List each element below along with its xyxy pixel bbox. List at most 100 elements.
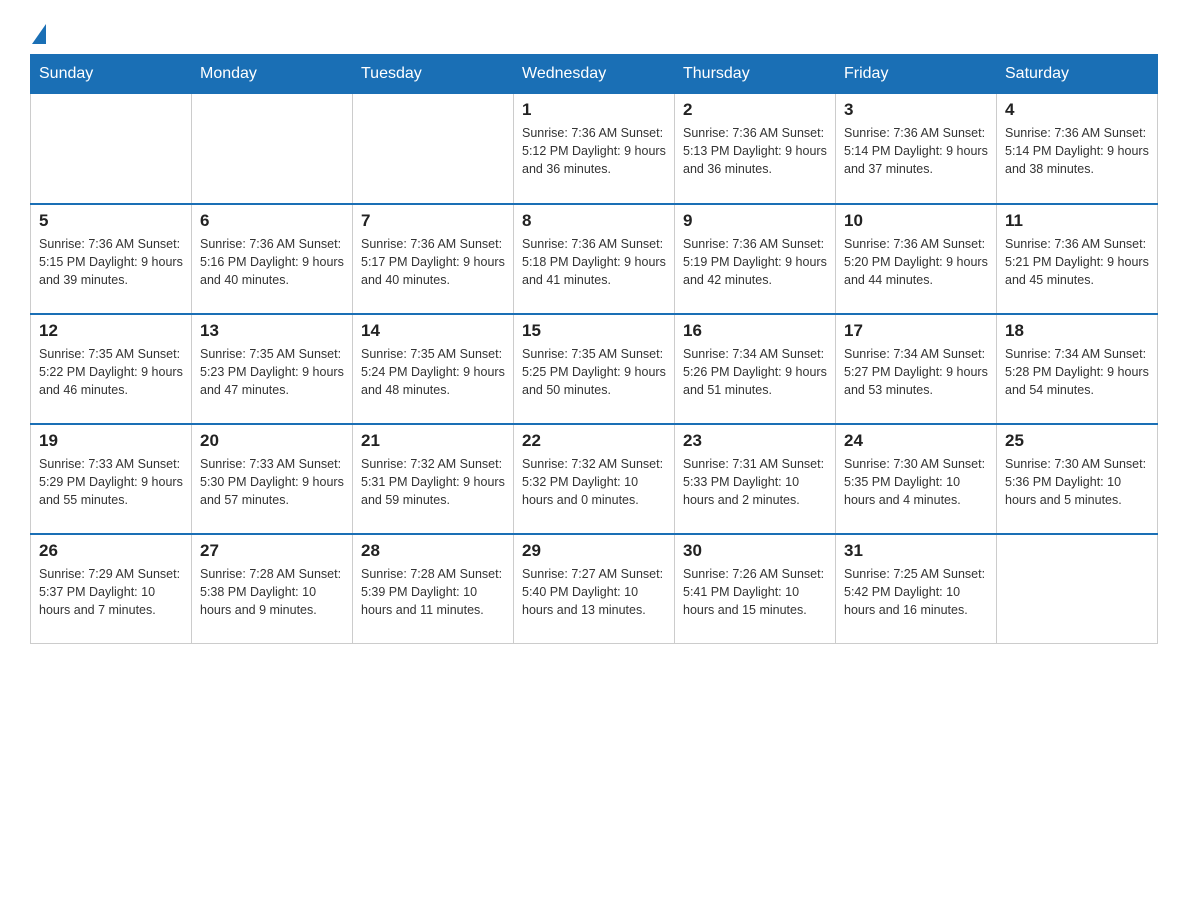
day-info: Sunrise: 7:36 AM Sunset: 5:15 PM Dayligh… bbox=[39, 235, 183, 289]
calendar-cell: 16Sunrise: 7:34 AM Sunset: 5:26 PM Dayli… bbox=[675, 314, 836, 424]
day-info: Sunrise: 7:35 AM Sunset: 5:24 PM Dayligh… bbox=[361, 345, 505, 399]
calendar-cell: 15 Sunrise: 7:35 AM Sunset: 5:25 PM Dayli… bbox=[514, 314, 675, 424]
day-number: 30 bbox=[683, 541, 827, 561]
calendar-cell: 20Sunrise: 7:33 AM Sunset: 5:30 PM Dayli… bbox=[192, 424, 353, 534]
calendar-cell: 27 Sunrise: 7:28 AM Sunset: 5:38 PM Dayli… bbox=[192, 534, 353, 644]
calendar-week-row: 26 Sunrise: 7:29 AM Sunset: 5:37 PM Dayli… bbox=[31, 534, 1158, 644]
day-info: Sunrise: 7:35 AM Sunset: 5:25 PM Dayligh… bbox=[522, 345, 666, 399]
day-info: Sunrise: 7:34 AM Sunset: 5:26 PM Dayligh… bbox=[683, 345, 827, 399]
day-number: 10 bbox=[844, 211, 988, 231]
calendar-cell: 31 Sunrise: 7:25 AM Sunset: 5:42 PM Dayli… bbox=[836, 534, 997, 644]
calendar-cell: 6 Sunrise: 7:36 AM Sunset: 5:16 PM Daylig… bbox=[192, 204, 353, 314]
day-info: Sunrise: 7:32 AM Sunset: 5:31 PM Dayligh… bbox=[361, 455, 505, 509]
day-info: Sunrise: 7:36 AM Sunset: 5:17 PM Dayligh… bbox=[361, 235, 505, 289]
day-number: 26 bbox=[39, 541, 183, 561]
day-number: 23 bbox=[683, 431, 827, 451]
day-number: 18 bbox=[1005, 321, 1149, 341]
calendar-cell: 24 Sunrise: 7:30 AM Sunset: 5:35 PM Dayli… bbox=[836, 424, 997, 534]
day-number: 5 bbox=[39, 211, 183, 231]
logo-triangle-icon bbox=[32, 24, 46, 44]
day-info: Sunrise: 7:26 AM Sunset: 5:41 PM Dayligh… bbox=[683, 565, 827, 619]
calendar-week-row: 5 Sunrise: 7:36 AM Sunset: 5:15 PM Daylig… bbox=[31, 204, 1158, 314]
day-number: 12 bbox=[39, 321, 183, 341]
day-number: 9 bbox=[683, 211, 827, 231]
calendar-cell: 5 Sunrise: 7:36 AM Sunset: 5:15 PM Daylig… bbox=[31, 204, 192, 314]
page-header bbox=[30, 20, 1158, 44]
day-info: Sunrise: 7:34 AM Sunset: 5:28 PM Dayligh… bbox=[1005, 345, 1149, 399]
day-info: Sunrise: 7:34 AM Sunset: 5:27 PM Dayligh… bbox=[844, 345, 988, 399]
day-info: Sunrise: 7:35 AM Sunset: 5:22 PM Dayligh… bbox=[39, 345, 183, 399]
day-of-week-header: Sunday bbox=[31, 55, 192, 94]
day-number: 24 bbox=[844, 431, 988, 451]
calendar-cell: 13 Sunrise: 7:35 AM Sunset: 5:23 PM Dayli… bbox=[192, 314, 353, 424]
day-info: Sunrise: 7:31 AM Sunset: 5:33 PM Dayligh… bbox=[683, 455, 827, 509]
day-info: Sunrise: 7:25 AM Sunset: 5:42 PM Dayligh… bbox=[844, 565, 988, 619]
calendar-cell: 11 Sunrise: 7:36 AM Sunset: 5:21 PM Dayli… bbox=[997, 204, 1158, 314]
calendar-week-row: 1 Sunrise: 7:36 AM Sunset: 5:12 PM Daylig… bbox=[31, 94, 1158, 204]
day-info: Sunrise: 7:36 AM Sunset: 5:16 PM Dayligh… bbox=[200, 235, 344, 289]
day-of-week-header: Thursday bbox=[675, 55, 836, 94]
day-info: Sunrise: 7:36 AM Sunset: 5:14 PM Dayligh… bbox=[844, 124, 988, 178]
calendar-cell: 21 Sunrise: 7:32 AM Sunset: 5:31 PM Dayli… bbox=[353, 424, 514, 534]
calendar-cell bbox=[192, 94, 353, 204]
day-number: 3 bbox=[844, 100, 988, 120]
day-number: 7 bbox=[361, 211, 505, 231]
calendar-cell bbox=[997, 534, 1158, 644]
day-number: 15 bbox=[522, 321, 666, 341]
day-number: 13 bbox=[200, 321, 344, 341]
calendar-table: SundayMondayTuesdayWednesdayThursdayFrid… bbox=[30, 54, 1158, 644]
calendar-cell: 14 Sunrise: 7:35 AM Sunset: 5:24 PM Dayli… bbox=[353, 314, 514, 424]
calendar-cell: 28 Sunrise: 7:28 AM Sunset: 5:39 PM Dayli… bbox=[353, 534, 514, 644]
calendar-cell: 9 Sunrise: 7:36 AM Sunset: 5:19 PM Daylig… bbox=[675, 204, 836, 314]
day-info: Sunrise: 7:30 AM Sunset: 5:35 PM Dayligh… bbox=[844, 455, 988, 509]
day-info: Sunrise: 7:28 AM Sunset: 5:38 PM Dayligh… bbox=[200, 565, 344, 619]
calendar-cell: 2 Sunrise: 7:36 AM Sunset: 5:13 PM Daylig… bbox=[675, 94, 836, 204]
day-number: 4 bbox=[1005, 100, 1149, 120]
calendar-cell: 12 Sunrise: 7:35 AM Sunset: 5:22 PM Dayli… bbox=[31, 314, 192, 424]
day-info: Sunrise: 7:30 AM Sunset: 5:36 PM Dayligh… bbox=[1005, 455, 1149, 509]
calendar-cell: 25 Sunrise: 7:30 AM Sunset: 5:36 PM Dayli… bbox=[997, 424, 1158, 534]
calendar-cell: 7 Sunrise: 7:36 AM Sunset: 5:17 PM Daylig… bbox=[353, 204, 514, 314]
calendar-cell: 1 Sunrise: 7:36 AM Sunset: 5:12 PM Daylig… bbox=[514, 94, 675, 204]
calendar-week-row: 12 Sunrise: 7:35 AM Sunset: 5:22 PM Dayli… bbox=[31, 314, 1158, 424]
calendar-week-row: 19Sunrise: 7:33 AM Sunset: 5:29 PM Dayli… bbox=[31, 424, 1158, 534]
day-of-week-header: Wednesday bbox=[514, 55, 675, 94]
day-info: Sunrise: 7:27 AM Sunset: 5:40 PM Dayligh… bbox=[522, 565, 666, 619]
day-info: Sunrise: 7:35 AM Sunset: 5:23 PM Dayligh… bbox=[200, 345, 344, 399]
day-number: 31 bbox=[844, 541, 988, 561]
logo bbox=[30, 20, 46, 44]
day-of-week-header: Monday bbox=[192, 55, 353, 94]
day-number: 8 bbox=[522, 211, 666, 231]
calendar-header-row: SundayMondayTuesdayWednesdayThursdayFrid… bbox=[31, 55, 1158, 94]
day-number: 1 bbox=[522, 100, 666, 120]
calendar-cell bbox=[31, 94, 192, 204]
day-number: 27 bbox=[200, 541, 344, 561]
day-number: 11 bbox=[1005, 211, 1149, 231]
day-info: Sunrise: 7:36 AM Sunset: 5:12 PM Dayligh… bbox=[522, 124, 666, 178]
day-info: Sunrise: 7:36 AM Sunset: 5:14 PM Dayligh… bbox=[1005, 124, 1149, 178]
day-number: 2 bbox=[683, 100, 827, 120]
day-number: 6 bbox=[200, 211, 344, 231]
day-number: 28 bbox=[361, 541, 505, 561]
day-info: Sunrise: 7:28 AM Sunset: 5:39 PM Dayligh… bbox=[361, 565, 505, 619]
calendar-cell: 17 Sunrise: 7:34 AM Sunset: 5:27 PM Dayli… bbox=[836, 314, 997, 424]
day-number: 29 bbox=[522, 541, 666, 561]
day-info: Sunrise: 7:29 AM Sunset: 5:37 PM Dayligh… bbox=[39, 565, 183, 619]
day-info: Sunrise: 7:36 AM Sunset: 5:20 PM Dayligh… bbox=[844, 235, 988, 289]
day-info: Sunrise: 7:36 AM Sunset: 5:18 PM Dayligh… bbox=[522, 235, 666, 289]
day-info: Sunrise: 7:36 AM Sunset: 5:21 PM Dayligh… bbox=[1005, 235, 1149, 289]
calendar-cell: 3 Sunrise: 7:36 AM Sunset: 5:14 PM Daylig… bbox=[836, 94, 997, 204]
calendar-cell: 18 Sunrise: 7:34 AM Sunset: 5:28 PM Dayli… bbox=[997, 314, 1158, 424]
day-info: Sunrise: 7:33 AM Sunset: 5:30 PM Dayligh… bbox=[200, 455, 344, 509]
calendar-cell: 22Sunrise: 7:32 AM Sunset: 5:32 PM Dayli… bbox=[514, 424, 675, 534]
day-info: Sunrise: 7:36 AM Sunset: 5:13 PM Dayligh… bbox=[683, 124, 827, 178]
day-number: 14 bbox=[361, 321, 505, 341]
day-number: 25 bbox=[1005, 431, 1149, 451]
calendar-cell: 19Sunrise: 7:33 AM Sunset: 5:29 PM Dayli… bbox=[31, 424, 192, 534]
day-info: Sunrise: 7:36 AM Sunset: 5:19 PM Dayligh… bbox=[683, 235, 827, 289]
day-number: 17 bbox=[844, 321, 988, 341]
day-of-week-header: Tuesday bbox=[353, 55, 514, 94]
day-number: 21 bbox=[361, 431, 505, 451]
calendar-cell: 26 Sunrise: 7:29 AM Sunset: 5:37 PM Dayli… bbox=[31, 534, 192, 644]
calendar-cell: 23 Sunrise: 7:31 AM Sunset: 5:33 PM Dayli… bbox=[675, 424, 836, 534]
